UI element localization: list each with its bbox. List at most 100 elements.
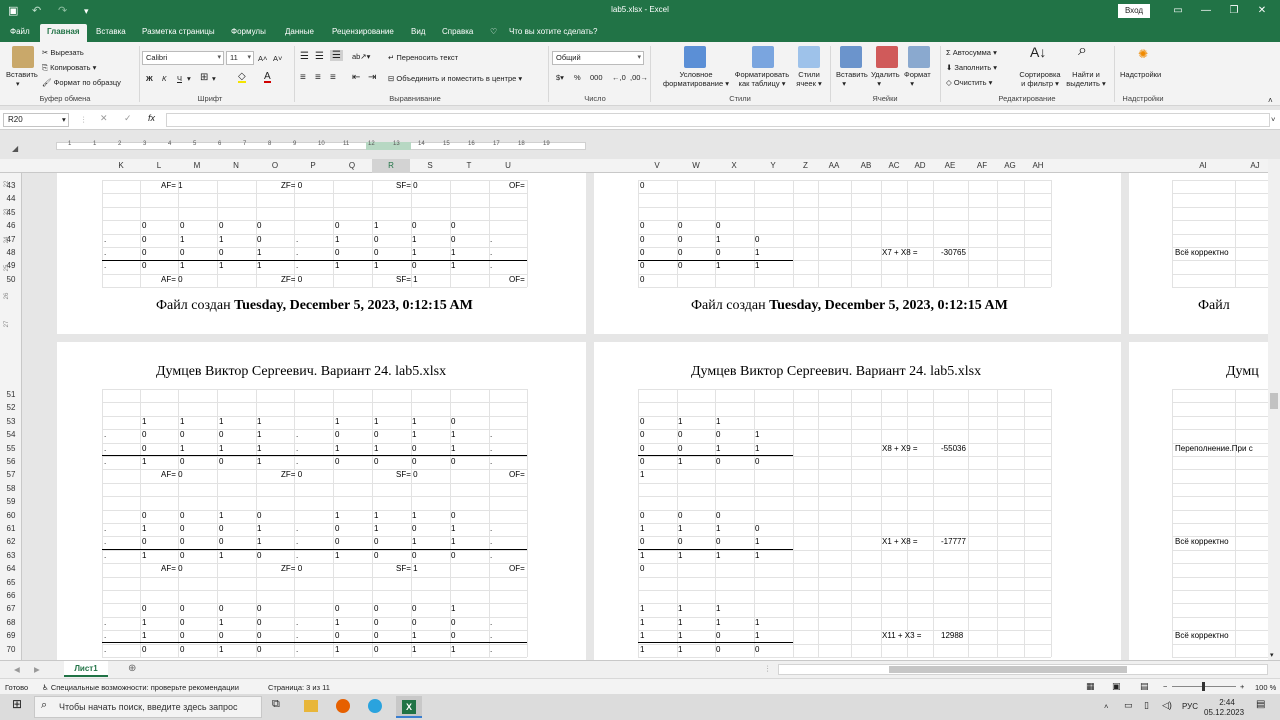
format-as-table-icon[interactable]: [752, 46, 774, 68]
wrap-text-button[interactable]: ↵ Переносить текст: [388, 53, 458, 62]
column-header-Z[interactable]: Z: [793, 159, 818, 173]
tab-5[interactable]: Данные: [285, 26, 314, 38]
column-header-AH[interactable]: AH: [1024, 159, 1052, 173]
align-top-icon[interactable]: ☰: [300, 52, 309, 62]
format-cells-icon[interactable]: [908, 46, 930, 68]
normal-view-icon[interactable]: ▦: [1086, 682, 1095, 691]
formula-input[interactable]: [166, 113, 1270, 127]
tab-3[interactable]: Разметка страницы: [142, 26, 215, 38]
conditional-format-button[interactable]: Условное форматирование ▾: [660, 70, 732, 88]
prev-sheet-icon[interactable]: ◀: [14, 665, 20, 674]
shrink-font-icon[interactable]: A˅: [273, 54, 282, 63]
orientation-icon[interactable]: ab↗▾: [352, 52, 370, 61]
insert-cells-button[interactable]: Вставить ▾: [836, 70, 868, 88]
telegram-icon[interactable]: [368, 699, 382, 713]
number-format-combo[interactable]: Общий: [552, 51, 644, 65]
cell-styles-icon[interactable]: [798, 46, 820, 68]
name-box-dropdown-icon[interactable]: ▾: [62, 115, 66, 124]
row-header[interactable]: 60: [0, 511, 22, 520]
column-header-M[interactable]: M: [178, 159, 216, 173]
percent-icon[interactable]: %: [574, 73, 581, 82]
row-header[interactable]: 44: [0, 194, 22, 203]
cell-styles-button[interactable]: Стили ячеек ▾: [792, 70, 826, 88]
row-header[interactable]: 68: [0, 618, 22, 627]
column-header-K[interactable]: K: [102, 159, 140, 173]
row-header[interactable]: 54: [0, 430, 22, 439]
tray-overflow-icon[interactable]: ˄: [1104, 702, 1108, 711]
page-break-view-icon[interactable]: ▤: [1140, 682, 1149, 691]
column-header-AC[interactable]: AC: [881, 159, 907, 173]
insert-function-icon[interactable]: fx: [148, 114, 155, 123]
align-bottom-icon[interactable]: ☰: [330, 50, 343, 61]
underline-button[interactable]: Ч: [177, 74, 182, 83]
autosum-button[interactable]: Σ Автосумма ▾: [946, 48, 997, 57]
zoom-out-icon[interactable]: −: [1163, 682, 1167, 691]
battery-icon[interactable]: ▯: [1144, 701, 1149, 710]
confirm-entry-icon[interactable]: ✓: [124, 114, 132, 123]
addins-button[interactable]: Надстройки: [1120, 70, 1161, 79]
row-header[interactable]: 50: [0, 275, 22, 284]
sort-filter-icon[interactable]: A↓: [1030, 45, 1046, 59]
row-header[interactable]: 56: [0, 457, 22, 466]
conditional-format-icon[interactable]: [684, 46, 706, 68]
font-name-combo[interactable]: Calibri: [142, 51, 224, 65]
tray-date[interactable]: 05.12.2023: [1204, 708, 1244, 717]
expand-formula-bar-icon[interactable]: ˅: [1271, 115, 1275, 124]
add-sheet-icon[interactable]: ⊕: [128, 664, 136, 674]
paste-icon[interactable]: [12, 46, 34, 68]
restore-button[interactable]: ❐: [1224, 3, 1244, 19]
column-header-N[interactable]: N: [217, 159, 255, 173]
row-header[interactable]: 65: [0, 578, 22, 587]
column-header-V[interactable]: V: [638, 159, 676, 173]
format-painter-button[interactable]: 🖌 Формат по образцу: [42, 78, 121, 87]
horizontal-scrollbar[interactable]: [778, 664, 1268, 675]
close-button[interactable]: ✕: [1252, 3, 1272, 19]
format-as-table-button[interactable]: Форматировать как таблицу ▾: [732, 70, 792, 88]
align-right-icon[interactable]: ≡: [330, 73, 336, 83]
fill-color-icon[interactable]: ◇: [238, 72, 246, 83]
cut-button[interactable]: ✂ Вырезать: [42, 48, 84, 57]
scroll-down-icon[interactable]: ▾: [1270, 651, 1274, 659]
find-select-button[interactable]: Найти и выделить ▾: [1064, 70, 1108, 88]
horizontal-scroll-thumb[interactable]: [889, 666, 1127, 673]
column-header-P[interactable]: P: [294, 159, 332, 173]
row-header[interactable]: 55: [0, 444, 22, 453]
currency-icon[interactable]: $▾: [556, 73, 564, 82]
windows-start-icon[interactable]: ⊞: [12, 698, 22, 710]
increase-indent-icon[interactable]: ⇥: [368, 73, 376, 83]
addins-icon[interactable]: ✺: [1138, 48, 1148, 60]
bold-button[interactable]: Ж: [146, 74, 153, 83]
row-header[interactable]: 64: [0, 564, 22, 573]
copy-button[interactable]: ⎘ Копировать ▾: [42, 63, 96, 72]
column-header-R[interactable]: R: [372, 159, 410, 173]
row-header[interactable]: 58: [0, 484, 22, 493]
borders-dropdown-icon[interactable]: ▾: [212, 74, 216, 83]
tab-8[interactable]: Справка: [442, 26, 473, 38]
column-header-AG[interactable]: AG: [997, 159, 1023, 173]
tell-me-input[interactable]: Что вы хотите сделать?: [509, 26, 597, 38]
column-header-AB[interactable]: AB: [851, 159, 881, 173]
cancel-entry-icon[interactable]: ✕: [100, 114, 108, 123]
delete-cells-button[interactable]: Удалить ▾: [871, 70, 900, 88]
column-header-T[interactable]: T: [450, 159, 488, 173]
sign-in-button[interactable]: Вход: [1118, 4, 1150, 18]
tab-6[interactable]: Рецензирование: [332, 26, 394, 38]
column-header-Q[interactable]: Q: [333, 159, 371, 173]
next-sheet-icon[interactable]: ▶: [34, 665, 40, 674]
column-header-AF[interactable]: AF: [968, 159, 996, 173]
row-header[interactable]: 70: [0, 645, 22, 654]
column-header-AA[interactable]: AA: [818, 159, 850, 173]
file-explorer-icon[interactable]: [304, 700, 318, 712]
sort-filter-button[interactable]: Сортировка и фильтр ▾: [1016, 70, 1064, 88]
tab-7[interactable]: Вид: [411, 26, 425, 38]
column-header-L[interactable]: L: [140, 159, 178, 173]
notifications-icon[interactable]: ▤: [1256, 700, 1265, 710]
language-indicator[interactable]: РУС: [1182, 702, 1198, 711]
column-header-AI[interactable]: AI: [1172, 159, 1234, 173]
tray-clock[interactable]: 2:44: [1212, 698, 1242, 707]
column-header-Y[interactable]: Y: [754, 159, 792, 173]
row-header[interactable]: 48: [0, 248, 22, 257]
row-header[interactable]: 46: [0, 221, 22, 230]
minimize-button[interactable]: —: [1196, 3, 1216, 19]
align-left-icon[interactable]: ≡: [300, 73, 306, 83]
